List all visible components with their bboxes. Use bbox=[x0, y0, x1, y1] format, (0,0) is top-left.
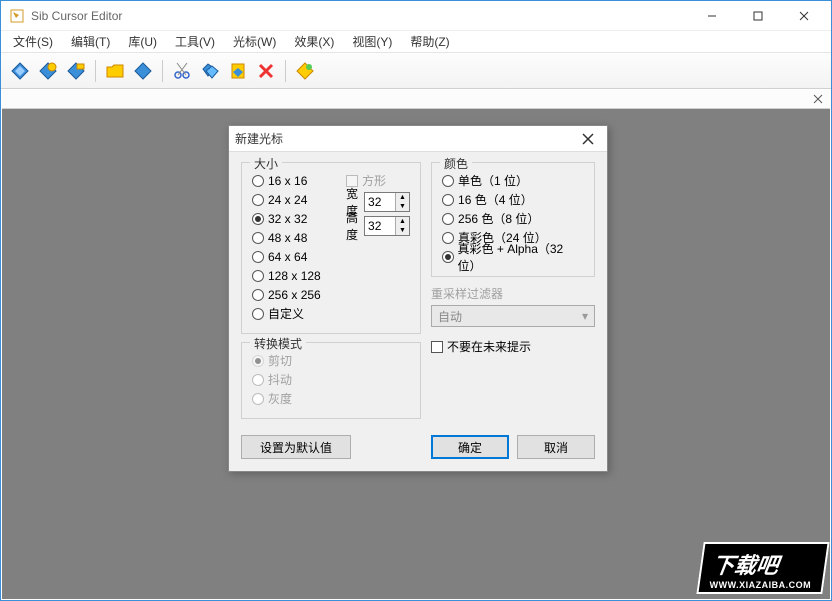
new-from-icon[interactable] bbox=[35, 58, 61, 84]
menu-file[interactable]: 文件(S) bbox=[5, 31, 61, 52]
dontask-label: 不要在未来提示 bbox=[447, 338, 531, 355]
paste-icon[interactable] bbox=[225, 58, 251, 84]
new-cursor-dialog: 新建光标 大小 16 x 16 24 x 24 32 x 32 48 x 48 … bbox=[228, 125, 608, 472]
convert-legend: 转换模式 bbox=[250, 335, 306, 352]
dontask-checkbox[interactable] bbox=[431, 341, 443, 353]
delete-icon[interactable] bbox=[253, 58, 279, 84]
dialog-title: 新建光标 bbox=[235, 130, 575, 147]
radio-shear bbox=[252, 355, 264, 367]
set-default-button[interactable]: 设置为默认值 bbox=[241, 435, 351, 459]
height-spinner[interactable]: ▲▼ bbox=[364, 216, 410, 236]
cancel-button[interactable]: 取消 bbox=[517, 435, 595, 459]
resample-label: 重采样过滤器 bbox=[431, 285, 595, 302]
size-group: 大小 16 x 16 24 x 24 32 x 32 48 x 48 64 x … bbox=[241, 162, 421, 334]
radio-1bit[interactable] bbox=[442, 175, 454, 187]
menu-tools[interactable]: 工具(V) bbox=[167, 31, 223, 52]
width-input[interactable] bbox=[365, 193, 395, 211]
height-up-icon[interactable]: ▲ bbox=[396, 217, 409, 226]
radio-48[interactable] bbox=[252, 232, 264, 244]
radio-gray bbox=[252, 393, 264, 405]
menu-view[interactable]: 视图(Y) bbox=[344, 31, 400, 52]
height-label: 高度 bbox=[346, 209, 358, 243]
toolbar bbox=[1, 53, 831, 89]
height-down-icon[interactable]: ▼ bbox=[396, 226, 409, 235]
minimize-button[interactable] bbox=[689, 1, 735, 31]
titlebar: Sib Cursor Editor bbox=[1, 1, 831, 31]
new-cursor-icon[interactable] bbox=[7, 58, 33, 84]
radio-64[interactable] bbox=[252, 251, 264, 263]
save-icon[interactable] bbox=[130, 58, 156, 84]
copy-icon[interactable] bbox=[197, 58, 223, 84]
radio-16[interactable] bbox=[252, 175, 264, 187]
menubar: 文件(S) 编辑(T) 库(U) 工具(V) 光标(W) 效果(X) 视图(Y)… bbox=[1, 31, 831, 53]
radio-256[interactable] bbox=[252, 289, 264, 301]
radio-32bit[interactable] bbox=[442, 251, 454, 263]
radio-128[interactable] bbox=[252, 270, 264, 282]
radio-32[interactable] bbox=[252, 213, 264, 225]
color-legend: 颜色 bbox=[440, 155, 472, 172]
app-title: Sib Cursor Editor bbox=[31, 9, 689, 23]
radio-24[interactable] bbox=[252, 194, 264, 206]
radio-24bit[interactable] bbox=[442, 232, 454, 244]
radio-4bit[interactable] bbox=[442, 194, 454, 206]
cut-icon[interactable] bbox=[169, 58, 195, 84]
open-icon[interactable] bbox=[102, 58, 128, 84]
close-button[interactable] bbox=[781, 1, 827, 31]
radio-8bit[interactable] bbox=[442, 213, 454, 225]
menu-edit[interactable]: 编辑(T) bbox=[63, 31, 118, 52]
size-legend: 大小 bbox=[250, 155, 282, 172]
watermark: 下载吧 WWW.XIAZAIBA.COM bbox=[696, 542, 829, 594]
resample-combo: 自动 bbox=[431, 305, 595, 327]
convert-group: 转换模式 剪切 抖动 灰度 bbox=[241, 342, 421, 419]
dialog-close-button[interactable] bbox=[575, 128, 601, 150]
menu-lib[interactable]: 库(U) bbox=[120, 31, 165, 52]
maximize-button[interactable] bbox=[735, 1, 781, 31]
width-spinner[interactable]: ▲▼ bbox=[364, 192, 410, 212]
document-bar bbox=[2, 90, 830, 109]
document-close-icon[interactable] bbox=[810, 91, 826, 107]
dialog-titlebar: 新建光标 bbox=[229, 126, 607, 152]
menu-help[interactable]: 帮助(Z) bbox=[402, 31, 457, 52]
width-up-icon[interactable]: ▲ bbox=[396, 193, 409, 202]
menu-effects[interactable]: 效果(X) bbox=[286, 31, 342, 52]
new-multi-icon[interactable] bbox=[63, 58, 89, 84]
ok-button[interactable]: 确定 bbox=[431, 435, 509, 459]
width-down-icon[interactable]: ▼ bbox=[396, 202, 409, 211]
menu-cursor[interactable]: 光标(W) bbox=[225, 31, 284, 52]
radio-dither bbox=[252, 374, 264, 386]
app-icon bbox=[9, 8, 25, 24]
height-input[interactable] bbox=[365, 217, 395, 235]
color-group: 颜色 单色（1 位） 16 色（4 位） 256 色（8 位） 真彩色（24 位… bbox=[431, 162, 595, 277]
wizard-icon[interactable] bbox=[292, 58, 318, 84]
radio-custom[interactable] bbox=[252, 308, 264, 320]
